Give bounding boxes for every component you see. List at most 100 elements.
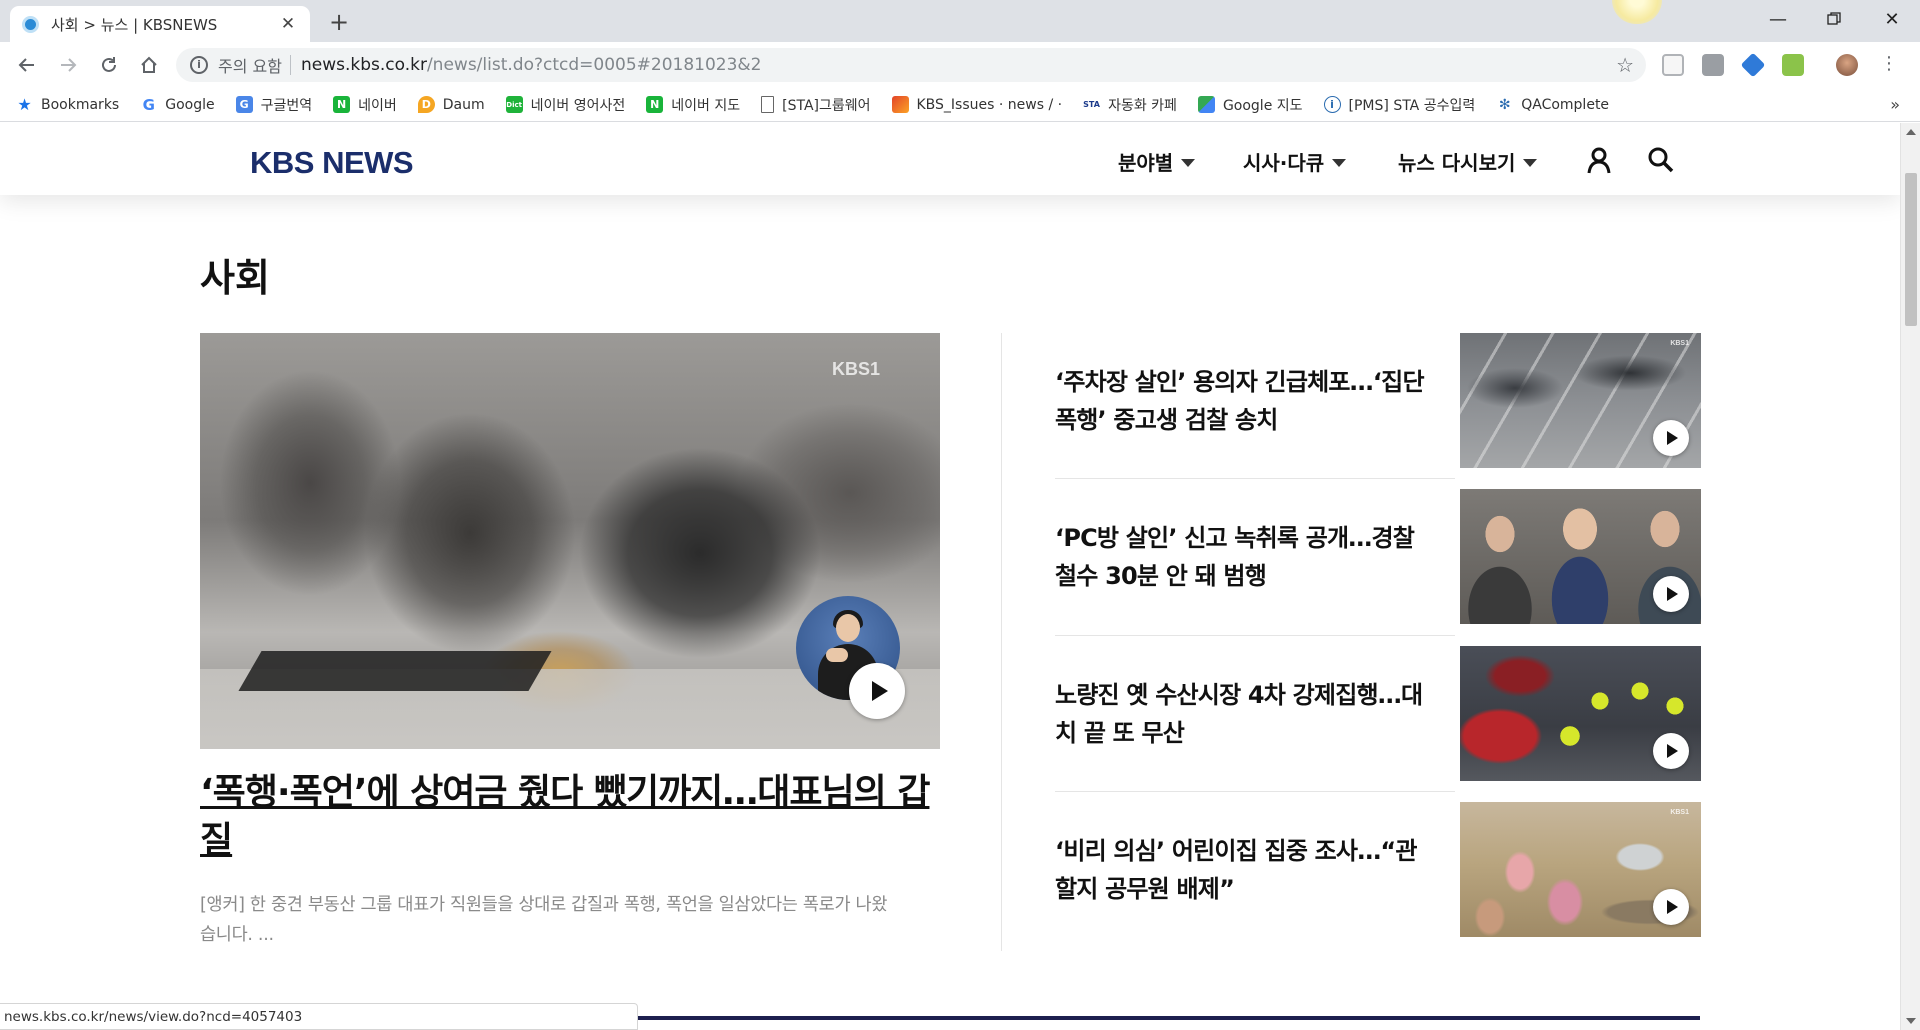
nav-news-replay[interactable]: 뉴스 다시보기 (1398, 147, 1538, 176)
divider (1055, 478, 1455, 479)
maps-icon (1197, 96, 1215, 113)
bookmark-item[interactable]: N 네이버 (333, 95, 397, 115)
page-scrollbar[interactable] (1900, 123, 1920, 1030)
dict-icon: Dict (505, 96, 523, 113)
column-divider (1001, 333, 1002, 951)
caret-down-icon (1332, 158, 1347, 167)
interpreter-head (836, 614, 860, 642)
caret-down-icon (1523, 158, 1538, 167)
restore-window-button[interactable] (1806, 0, 1862, 38)
side-article-thumbnail[interactable] (1460, 489, 1701, 624)
bookmark-item[interactable]: ✻ QAComplete (1496, 96, 1609, 113)
section-title: 사회 (200, 256, 270, 300)
extension-ex-icon[interactable] (1702, 54, 1724, 76)
new-tab-button[interactable]: + (325, 8, 353, 36)
bookmark-item[interactable]: N 네이버 지도 (646, 95, 740, 115)
kbs-news-logo[interactable]: KBS NEWS (250, 145, 414, 181)
bookmark-item[interactable]: [STA]그룹웨어 (761, 95, 871, 115)
play-triangle (1667, 900, 1678, 914)
divider (289, 55, 291, 75)
kbs1-watermark: KBS1 (831, 359, 880, 379)
kbs1-watermark: KBS1 (1670, 340, 1689, 347)
play-triangle (1667, 587, 1678, 601)
caret-down-icon (1181, 158, 1196, 167)
side-article-headline[interactable]: ‘비리 의심’ 어린이집 집중 조사…“관할지 공무원 배제” (1055, 802, 1435, 937)
browser-toolbar: i 주의 요함 news.kbs.co.kr/news/list.do?ctcd… (0, 42, 1920, 88)
tab-strip: 사회 > 뉴스 | KBSNEWS ✕ + — ✕ (0, 0, 1920, 42)
google-icon: G (142, 95, 155, 114)
section-divider-bar (638, 1016, 1700, 1020)
play-icon[interactable] (849, 663, 905, 719)
side-article-item[interactable]: ‘비리 의심’ 어린이집 집중 조사…“관할지 공무원 배제” KBS1 (1055, 802, 1701, 937)
reload-button[interactable] (94, 50, 124, 80)
scrollbar-thumb[interactable] (1905, 173, 1917, 326)
star-icon: ★ (17, 95, 32, 114)
side-article-item[interactable]: ‘PC방 살인’ 신고 녹취록 공개…경찰 철수 30분 안 돼 범행 (1055, 489, 1701, 624)
bookmark-item[interactable]: STA 자동화 카페 (1083, 95, 1177, 115)
side-article-thumbnail[interactable] (1460, 646, 1701, 781)
gitlab-icon (891, 96, 909, 113)
main-article-summary[interactable]: [앵커] 한 중견 부동산 그룹 대표가 직원들을 상대로 갑질과 폭행, 폭언… (200, 890, 890, 950)
address-bar[interactable]: i 주의 요함 news.kbs.co.kr/news/list.do?ctcd… (176, 48, 1646, 82)
side-article-item[interactable]: ‘주차장 살인’ 용의자 긴급체포…‘집단 폭행’ 중고생 검찰 송치 KBS1 (1055, 333, 1701, 468)
divider (1055, 635, 1455, 636)
back-button[interactable] (12, 50, 42, 80)
play-icon[interactable] (1653, 576, 1689, 612)
side-article-headline[interactable]: ‘PC방 살인’ 신고 녹취록 공개…경찰 철수 30분 안 돼 범행 (1055, 489, 1435, 624)
scroll-up-arrow-icon[interactable] (1906, 129, 1916, 135)
user-icon[interactable] (1584, 145, 1614, 175)
play-icon[interactable] (1653, 420, 1689, 456)
scroll-down-arrow-icon[interactable] (1906, 1018, 1916, 1024)
kbs-favicon-icon (22, 15, 39, 33)
search-icon[interactable] (1646, 145, 1676, 175)
side-article-headline[interactable]: ‘주차장 살인’ 용의자 긴급체포…‘집단 폭행’ 중고생 검찰 송치 (1055, 333, 1435, 468)
security-status[interactable]: 주의 요함 (218, 53, 282, 77)
bookmark-item[interactable]: D Daum (417, 96, 485, 113)
kbs1-watermark: KBS1 (1670, 809, 1689, 816)
naver-icon: N (333, 96, 351, 113)
nav-category[interactable]: 분야별 (1118, 147, 1196, 176)
play-triangle (1667, 744, 1678, 758)
minimize-window-button[interactable]: — (1750, 0, 1806, 38)
nav-current-affairs[interactable]: 시사·다큐 (1243, 147, 1347, 176)
side-article-item[interactable]: 노량진 옛 수산시장 4차 강제집행…대치 끝 또 무산 (1055, 646, 1701, 781)
thumbnail-object (238, 651, 552, 691)
side-article-headline[interactable]: 노량진 옛 수산시장 4차 강제집행…대치 끝 또 무산 (1055, 646, 1435, 781)
forward-button[interactable] (53, 50, 83, 80)
browser-tab[interactable]: 사회 > 뉴스 | KBSNEWS ✕ (10, 6, 310, 42)
divider (1055, 791, 1455, 792)
tab-title: 사회 > 뉴스 | KBSNEWS (51, 15, 218, 34)
bookmark-item[interactable]: Dict 네이버 영어사전 (505, 95, 625, 115)
daum-icon: D (417, 96, 435, 113)
play-triangle (871, 681, 888, 701)
side-article-thumbnail[interactable]: KBS1 (1460, 802, 1701, 937)
bookmark-item[interactable]: G 구글번역 (235, 95, 312, 115)
extension-screen-icon[interactable] (1662, 54, 1684, 76)
home-button[interactable] (134, 50, 164, 80)
main-article-thumbnail[interactable]: KBS1 (200, 333, 940, 749)
bookmark-star-icon[interactable]: ☆ (1616, 53, 1634, 77)
close-tab-icon[interactable]: ✕ (278, 14, 298, 34)
close-window-button[interactable]: ✕ (1864, 0, 1920, 38)
main-article-headline[interactable]: ‘폭행·폭언’에 상여금 줬다 뺐기까지…대표님의 갑질 (200, 769, 940, 865)
url-path: /news/list.do?ctcd=0005#20181023&2 (426, 55, 762, 75)
menu-kebab-icon[interactable]: ⋮ (1880, 54, 1898, 76)
bookmarks-bar: ★ Bookmarks G Google G 구글번역 N 네이버 D Daum Dict… (0, 88, 1920, 122)
url-host: news.kbs.co.kr (300, 55, 427, 75)
bookmark-item[interactable]: Google 지도 (1197, 95, 1303, 115)
bookmark-item[interactable]: G Google (140, 95, 215, 114)
play-icon[interactable] (1653, 889, 1689, 925)
bookmark-item[interactable]: ★ Bookmarks (16, 95, 119, 114)
extension-green-icon[interactable] (1782, 54, 1804, 76)
interpreter-hand (826, 648, 848, 662)
qa-icon: ✻ (1498, 96, 1511, 113)
sta-icon: STA (1083, 100, 1100, 109)
side-article-thumbnail[interactable]: KBS1 (1460, 333, 1701, 468)
bookmark-item[interactable]: i [PMS] STA 공수입력 (1323, 95, 1475, 115)
bookmarks-more-button[interactable]: » (1890, 95, 1900, 114)
play-icon[interactable] (1653, 733, 1689, 769)
info-icon[interactable]: i (190, 56, 208, 74)
profile-avatar[interactable] (1836, 54, 1858, 76)
bookmark-item[interactable]: KBS_Issues · news / · (891, 96, 1062, 113)
extension-diamond-icon[interactable] (1740, 52, 1766, 78)
